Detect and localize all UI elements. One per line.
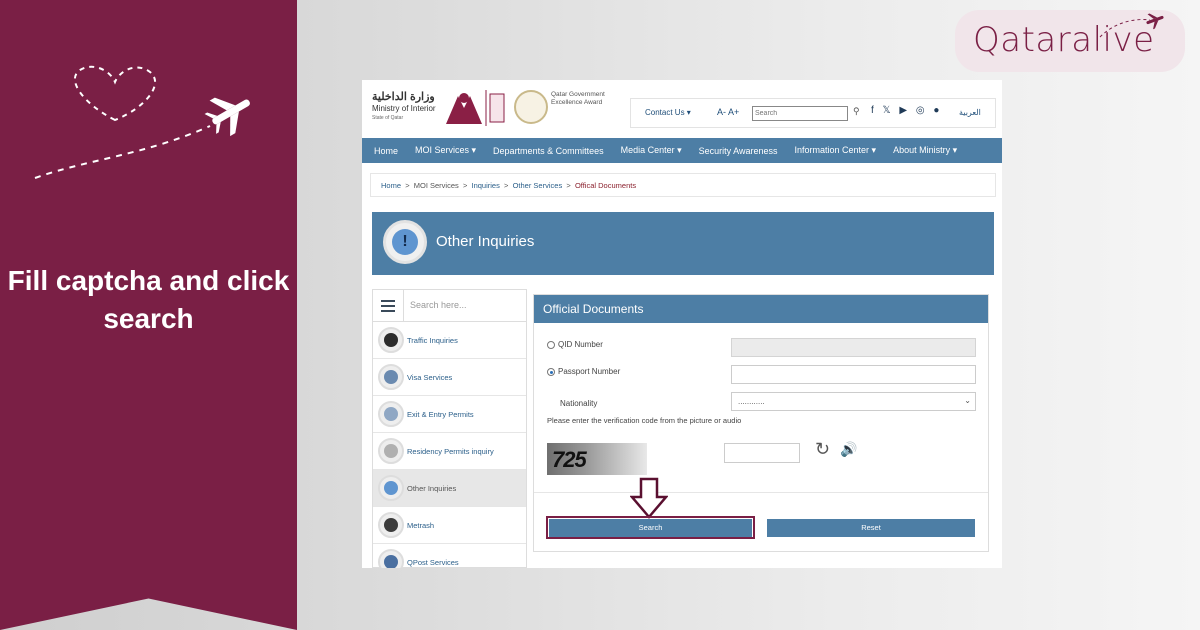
qataralive-logo: Qataralive	[955, 10, 1185, 72]
sidebar-item-traffic[interactable]: Traffic Inquiries	[373, 322, 526, 359]
reset-button[interactable]: Reset	[767, 519, 975, 537]
qid-radio[interactable]	[547, 341, 555, 349]
page-title: Other Inquiries	[436, 233, 535, 250]
sidebar-item-exit-entry[interactable]: Exit & Entry Permits	[373, 396, 526, 433]
nav-media-center[interactable]: Media Center ▾	[621, 145, 682, 156]
qid-input[interactable]	[731, 338, 976, 357]
language-link[interactable]: العربية	[959, 108, 981, 117]
hamburger-menu-icon[interactable]	[373, 290, 404, 322]
contact-us-link[interactable]: Contact Us ▾	[645, 108, 691, 117]
sidebar-item-qpost[interactable]: QPost Services	[373, 544, 526, 568]
nav-departments[interactable]: Departments & Committees	[493, 146, 604, 156]
form-divider	[534, 492, 988, 493]
passport-radio[interactable]	[547, 368, 555, 376]
breadcrumb-other-services[interactable]: Other Services	[513, 181, 563, 190]
nationality-select[interactable]: ............ ⌄	[731, 392, 976, 411]
qid-label: QID Number	[558, 340, 603, 349]
sidebar-item-label: QPost Services	[407, 558, 459, 567]
sidebar-item-visa[interactable]: Visa Services	[373, 359, 526, 396]
font-size-controls[interactable]: A- A+	[717, 107, 739, 117]
nav-moi-services[interactable]: MOI Services ▾	[415, 145, 476, 156]
captcha-image: 725	[547, 443, 647, 475]
passport-number-input[interactable]	[731, 365, 976, 384]
phone-icon	[378, 512, 404, 538]
traffic-light-icon	[378, 327, 404, 353]
breadcrumb-home[interactable]: Home	[381, 181, 401, 190]
site-search-input[interactable]	[752, 106, 848, 121]
breadcrumb-moi-services[interactable]: MOI Services	[414, 181, 459, 190]
social-icons[interactable]: f 𝕏 ▶ ◎ ●	[871, 105, 942, 116]
breadcrumb-sep: >	[504, 181, 509, 190]
award-seal-icon	[514, 90, 548, 124]
nationality-label: Nationality	[560, 399, 598, 408]
breadcrumb-sep: >	[462, 181, 468, 190]
magnifier-icon	[378, 438, 404, 464]
airplane-icon	[1099, 13, 1164, 38]
moi-state-line: State of Qatar	[372, 115, 404, 121]
search-icon[interactable]: ⚲	[853, 106, 860, 117]
captcha-input[interactable]	[724, 443, 800, 463]
sidebar-item-label: Traffic Inquiries	[407, 336, 458, 345]
breadcrumb-sep: >	[566, 181, 571, 190]
breadcrumb-inquiries[interactable]: Inquiries	[472, 181, 500, 190]
breadcrumb-current: Offical Documents	[574, 181, 637, 190]
sidebar-search-input[interactable]: Search here...	[410, 300, 467, 310]
sidebar-item-label: Residency Permits inquiry	[407, 447, 494, 456]
exclamation-icon	[378, 475, 404, 501]
moi-english-name: Ministry of Interior	[372, 104, 436, 113]
nav-security-awareness[interactable]: Security Awareness	[699, 146, 778, 156]
exclamation-icon: !	[383, 220, 427, 264]
header-toolbox: Contact Us ▾ A- A+ ⚲ f 𝕏 ▶ ◎ ● العربية	[630, 98, 996, 128]
chevron-down-icon: ⌄	[964, 396, 971, 405]
breadcrumb: Home > MOI Services > Inquiries > Other …	[370, 173, 996, 197]
truck-icon	[378, 549, 404, 568]
sidebar-item-label: Exit & Entry Permits	[407, 410, 474, 419]
left-banner: Fill captcha and click search	[0, 0, 297, 630]
sidebar-search[interactable]: Search here...	[373, 290, 526, 322]
services-sidebar: Search here... Traffic Inquiries Visa Se…	[372, 289, 527, 568]
site-header: وزارة الداخلية Ministry of Interior Stat…	[362, 80, 1002, 138]
nationality-value: ............	[738, 397, 765, 406]
form-title: Official Documents	[534, 295, 988, 323]
sidebar-item-label: Metrash	[407, 521, 435, 530]
sidebar-item-residency[interactable]: Residency Permits inquiry	[373, 433, 526, 470]
refresh-icon[interactable]: ↻	[815, 439, 830, 460]
sidebar-item-label: Other Inquiries	[407, 484, 457, 493]
passport-label: Passport Number	[558, 367, 621, 376]
captcha-text: 725	[552, 447, 587, 472]
sidebar-item-label: Visa Services	[407, 373, 453, 382]
moi-arabic-name: وزارة الداخلية	[372, 91, 435, 103]
moi-website-screenshot: وزارة الداخلية Ministry of Interior Stat…	[362, 80, 1002, 568]
breadcrumb-sep: >	[405, 181, 410, 190]
main-nav: Home MOI Services ▾ Departments & Commit…	[362, 138, 1002, 163]
qatar-emblem-icon	[446, 90, 505, 126]
nav-home[interactable]: Home	[374, 146, 398, 156]
down-arrow-icon	[630, 477, 668, 519]
heart-airplane-icon	[34, 65, 250, 179]
official-documents-form: Official Documents QID Number Passport N…	[533, 294, 989, 552]
nav-about-ministry[interactable]: About Ministry ▾	[893, 145, 957, 156]
verification-note: Please enter the verification code from …	[547, 416, 742, 425]
visa-icon	[378, 364, 404, 390]
sidebar-item-other-inquiries[interactable]: Other Inquiries	[373, 470, 526, 507]
page-header: ! Other Inquiries	[372, 212, 994, 275]
sidebar-item-metrash[interactable]: Metrash	[373, 507, 526, 544]
moi-logo: وزارة الداخلية Ministry of Interior Stat…	[368, 88, 608, 130]
speaker-icon[interactable]: 🔊	[840, 441, 857, 458]
nav-information-center[interactable]: Information Center ▾	[795, 145, 877, 156]
banner-caption: Fill captcha and click search	[7, 265, 290, 334]
award-text: Qatar Government Excellence Award	[551, 91, 605, 106]
search-button[interactable]: Search	[549, 519, 752, 537]
passport-icon	[378, 401, 404, 427]
